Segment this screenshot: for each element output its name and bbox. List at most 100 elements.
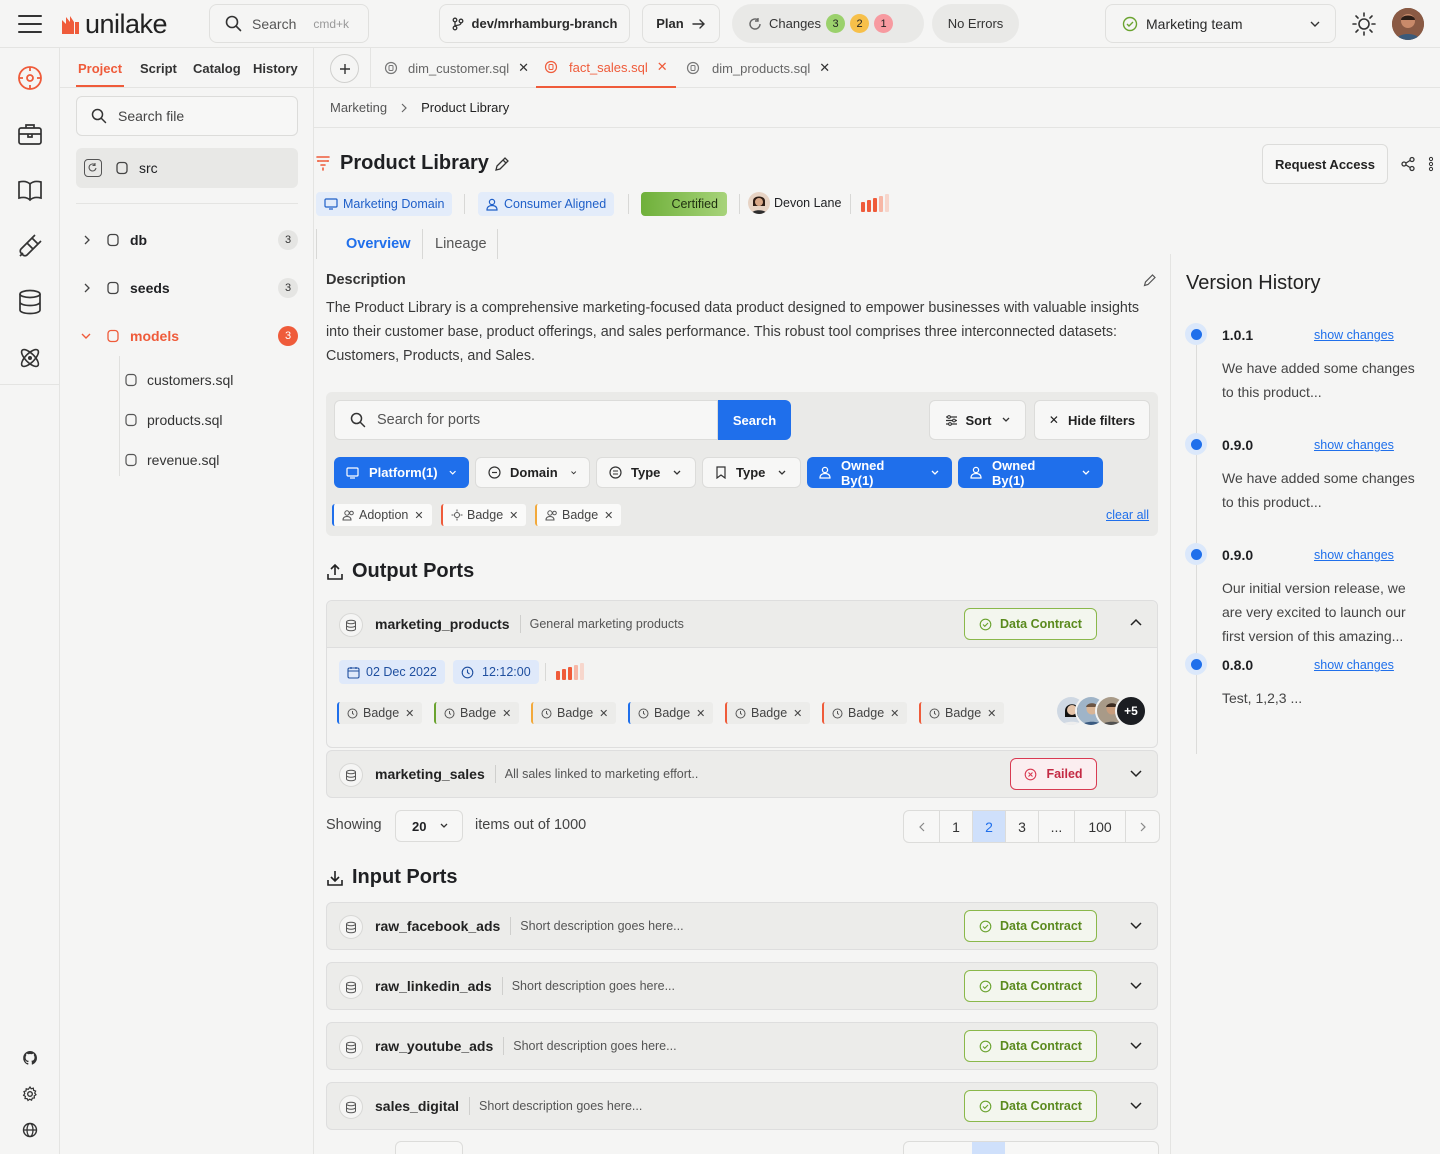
global-search[interactable]: Search cmd+k [209, 4, 369, 43]
page-size-select-2[interactable] [395, 1141, 463, 1154]
compass-icon[interactable] [17, 65, 43, 91]
github-icon[interactable] [22, 1050, 38, 1066]
data-contract-button[interactable]: Data Contract [964, 970, 1097, 1002]
close-icon[interactable]: ✕ [793, 707, 802, 720]
team-selector[interactable]: Marketing team [1105, 4, 1336, 43]
chevron-down-icon[interactable] [1129, 1098, 1143, 1112]
close-icon[interactable]: ✕ [414, 509, 423, 522]
settings-icon[interactable] [22, 1086, 38, 1102]
sort-button[interactable]: Sort [929, 400, 1026, 440]
show-changes-link[interactable]: show changes [1314, 438, 1394, 452]
filter-owned-by-2[interactable]: Owned By(1) [958, 457, 1103, 488]
tree-folder-models[interactable]: models 3 [76, 316, 298, 356]
share-icon[interactable] [1400, 156, 1416, 172]
avatar[interactable] [1392, 8, 1424, 40]
chevron-down-icon[interactable] [1129, 1038, 1143, 1052]
filter-owned-by[interactable]: Owned By(1) [807, 457, 952, 488]
show-changes-link[interactable]: show changes [1314, 328, 1394, 342]
data-contract-button[interactable]: Data Contract [964, 608, 1097, 640]
chevron-up-icon[interactable] [1129, 616, 1143, 630]
close-icon[interactable]: ✕ [696, 707, 705, 720]
close-icon[interactable]: ✕ [509, 509, 518, 522]
menu-icon[interactable] [18, 14, 42, 34]
page-button-current[interactable]: 2 [973, 811, 1006, 842]
book-icon[interactable] [17, 177, 43, 203]
data-contract-button[interactable]: Data Contract [964, 1030, 1097, 1062]
database-icon[interactable] [17, 289, 43, 315]
filter-platform[interactable]: Platform(1) [334, 457, 469, 488]
filter-type[interactable]: Type [596, 457, 696, 488]
owner[interactable]: Devon Lane [748, 192, 841, 214]
tree-file-customers[interactable]: customers.sql [124, 360, 294, 400]
add-tab-button[interactable] [330, 54, 359, 83]
clear-all-link[interactable]: clear all [1106, 508, 1149, 522]
tab-catalog[interactable]: Catalog [193, 61, 241, 76]
tab-project[interactable]: Project [78, 61, 122, 76]
chevron-down-icon[interactable] [1129, 766, 1143, 780]
data-contract-button[interactable]: Data Contract [964, 910, 1097, 942]
port-row-sales-digital[interactable]: sales_digital Short description goes here… [326, 1082, 1158, 1130]
errors-pill[interactable]: No Errors [932, 4, 1019, 43]
globe-icon[interactable] [22, 1122, 38, 1138]
close-icon[interactable]: ✕ [599, 707, 608, 720]
ports-search-input[interactable]: Search for ports [334, 400, 718, 440]
data-contract-button[interactable]: Data Contract [964, 1090, 1097, 1122]
more-avatars-badge[interactable]: +5 [1115, 695, 1147, 727]
tab-history[interactable]: History [253, 61, 298, 76]
ports-search-button[interactable]: Search [718, 400, 791, 440]
show-changes-link[interactable]: show changes [1314, 658, 1394, 672]
tree-folder-db[interactable]: db 3 [76, 220, 298, 260]
tab-lineage[interactable]: Lineage [435, 236, 487, 252]
page-button[interactable]: 100 [1075, 811, 1126, 842]
filter-domain[interactable]: Domain [475, 457, 590, 488]
prev-page-button[interactable] [904, 811, 940, 842]
tree-file-revenue[interactable]: revenue.sql [124, 440, 294, 480]
port-row-raw-facebook-ads[interactable]: raw_facebook_ads Short description goes h… [326, 902, 1158, 950]
next-page-button[interactable] [1126, 811, 1159, 842]
breadcrumb-item[interactable]: Marketing [330, 100, 387, 115]
briefcase-icon[interactable] [17, 121, 43, 147]
show-changes-link[interactable]: show changes [1314, 548, 1394, 562]
failed-status-button[interactable]: Failed [1010, 758, 1097, 790]
edit-description-icon[interactable] [1143, 273, 1157, 287]
close-icon[interactable]: ✕ [890, 707, 899, 720]
hide-filters-button[interactable]: ✕ Hide filters [1034, 400, 1150, 440]
collapse-icon[interactable] [84, 159, 102, 177]
port-row-marketing-products[interactable]: marketing_products General marketing prod… [326, 600, 1158, 748]
close-icon[interactable]: ✕ [657, 59, 668, 75]
plug-icon[interactable] [17, 233, 43, 259]
page-button[interactable]: 3 [1006, 811, 1039, 842]
port-row-raw-linkedin-ads[interactable]: raw_linkedin_ads Short description goes h… [326, 962, 1158, 1010]
page-size-select[interactable]: 20 [395, 810, 463, 842]
plan-button[interactable]: Plan [642, 4, 720, 43]
request-access-button[interactable]: Request Access [1262, 144, 1388, 184]
tab-dim-products[interactable]: dim_products.sql ✕ [686, 48, 830, 88]
close-icon[interactable]: ✕ [987, 707, 996, 720]
close-icon[interactable]: ✕ [502, 707, 511, 720]
atom-icon[interactable] [17, 345, 43, 371]
changes-pill[interactable]: Changes 3 2 1 [732, 4, 924, 43]
port-row-marketing-sales[interactable]: marketing_sales All sales linked to marke… [326, 750, 1158, 798]
app-logo[interactable]: unilake [60, 9, 168, 40]
branch-selector[interactable]: dev/mrhamburg-branch [439, 4, 630, 43]
tree-folder-seeds[interactable]: seeds 3 [76, 268, 298, 308]
close-icon[interactable]: ✕ [819, 60, 830, 76]
tree-root-src[interactable]: src [76, 148, 298, 188]
chevron-down-icon[interactable] [1129, 918, 1143, 932]
tab-dim-customer[interactable]: dim_customer.sql ✕ [384, 48, 529, 88]
port-row-raw-youtube-ads[interactable]: raw_youtube_ads Short description goes he… [326, 1022, 1158, 1070]
tab-overview[interactable]: Overview [346, 236, 411, 252]
close-icon[interactable]: ✕ [604, 509, 613, 522]
edit-title-icon[interactable] [494, 156, 510, 172]
page-button[interactable]: 1 [940, 811, 973, 842]
filter-type-2[interactable]: Type [702, 457, 801, 488]
chevron-down-icon[interactable] [1129, 978, 1143, 992]
file-search-input[interactable]: Search file [76, 96, 298, 136]
close-icon[interactable]: ✕ [518, 60, 529, 76]
more-icon[interactable] [1428, 156, 1434, 172]
tab-fact-sales[interactable]: fact_sales.sql ✕ [536, 48, 676, 88]
close-icon[interactable]: ✕ [405, 707, 414, 720]
tree-file-products[interactable]: products.sql [124, 400, 294, 440]
pagination-2[interactable] [903, 1141, 1159, 1154]
tab-script[interactable]: Script [140, 61, 177, 76]
